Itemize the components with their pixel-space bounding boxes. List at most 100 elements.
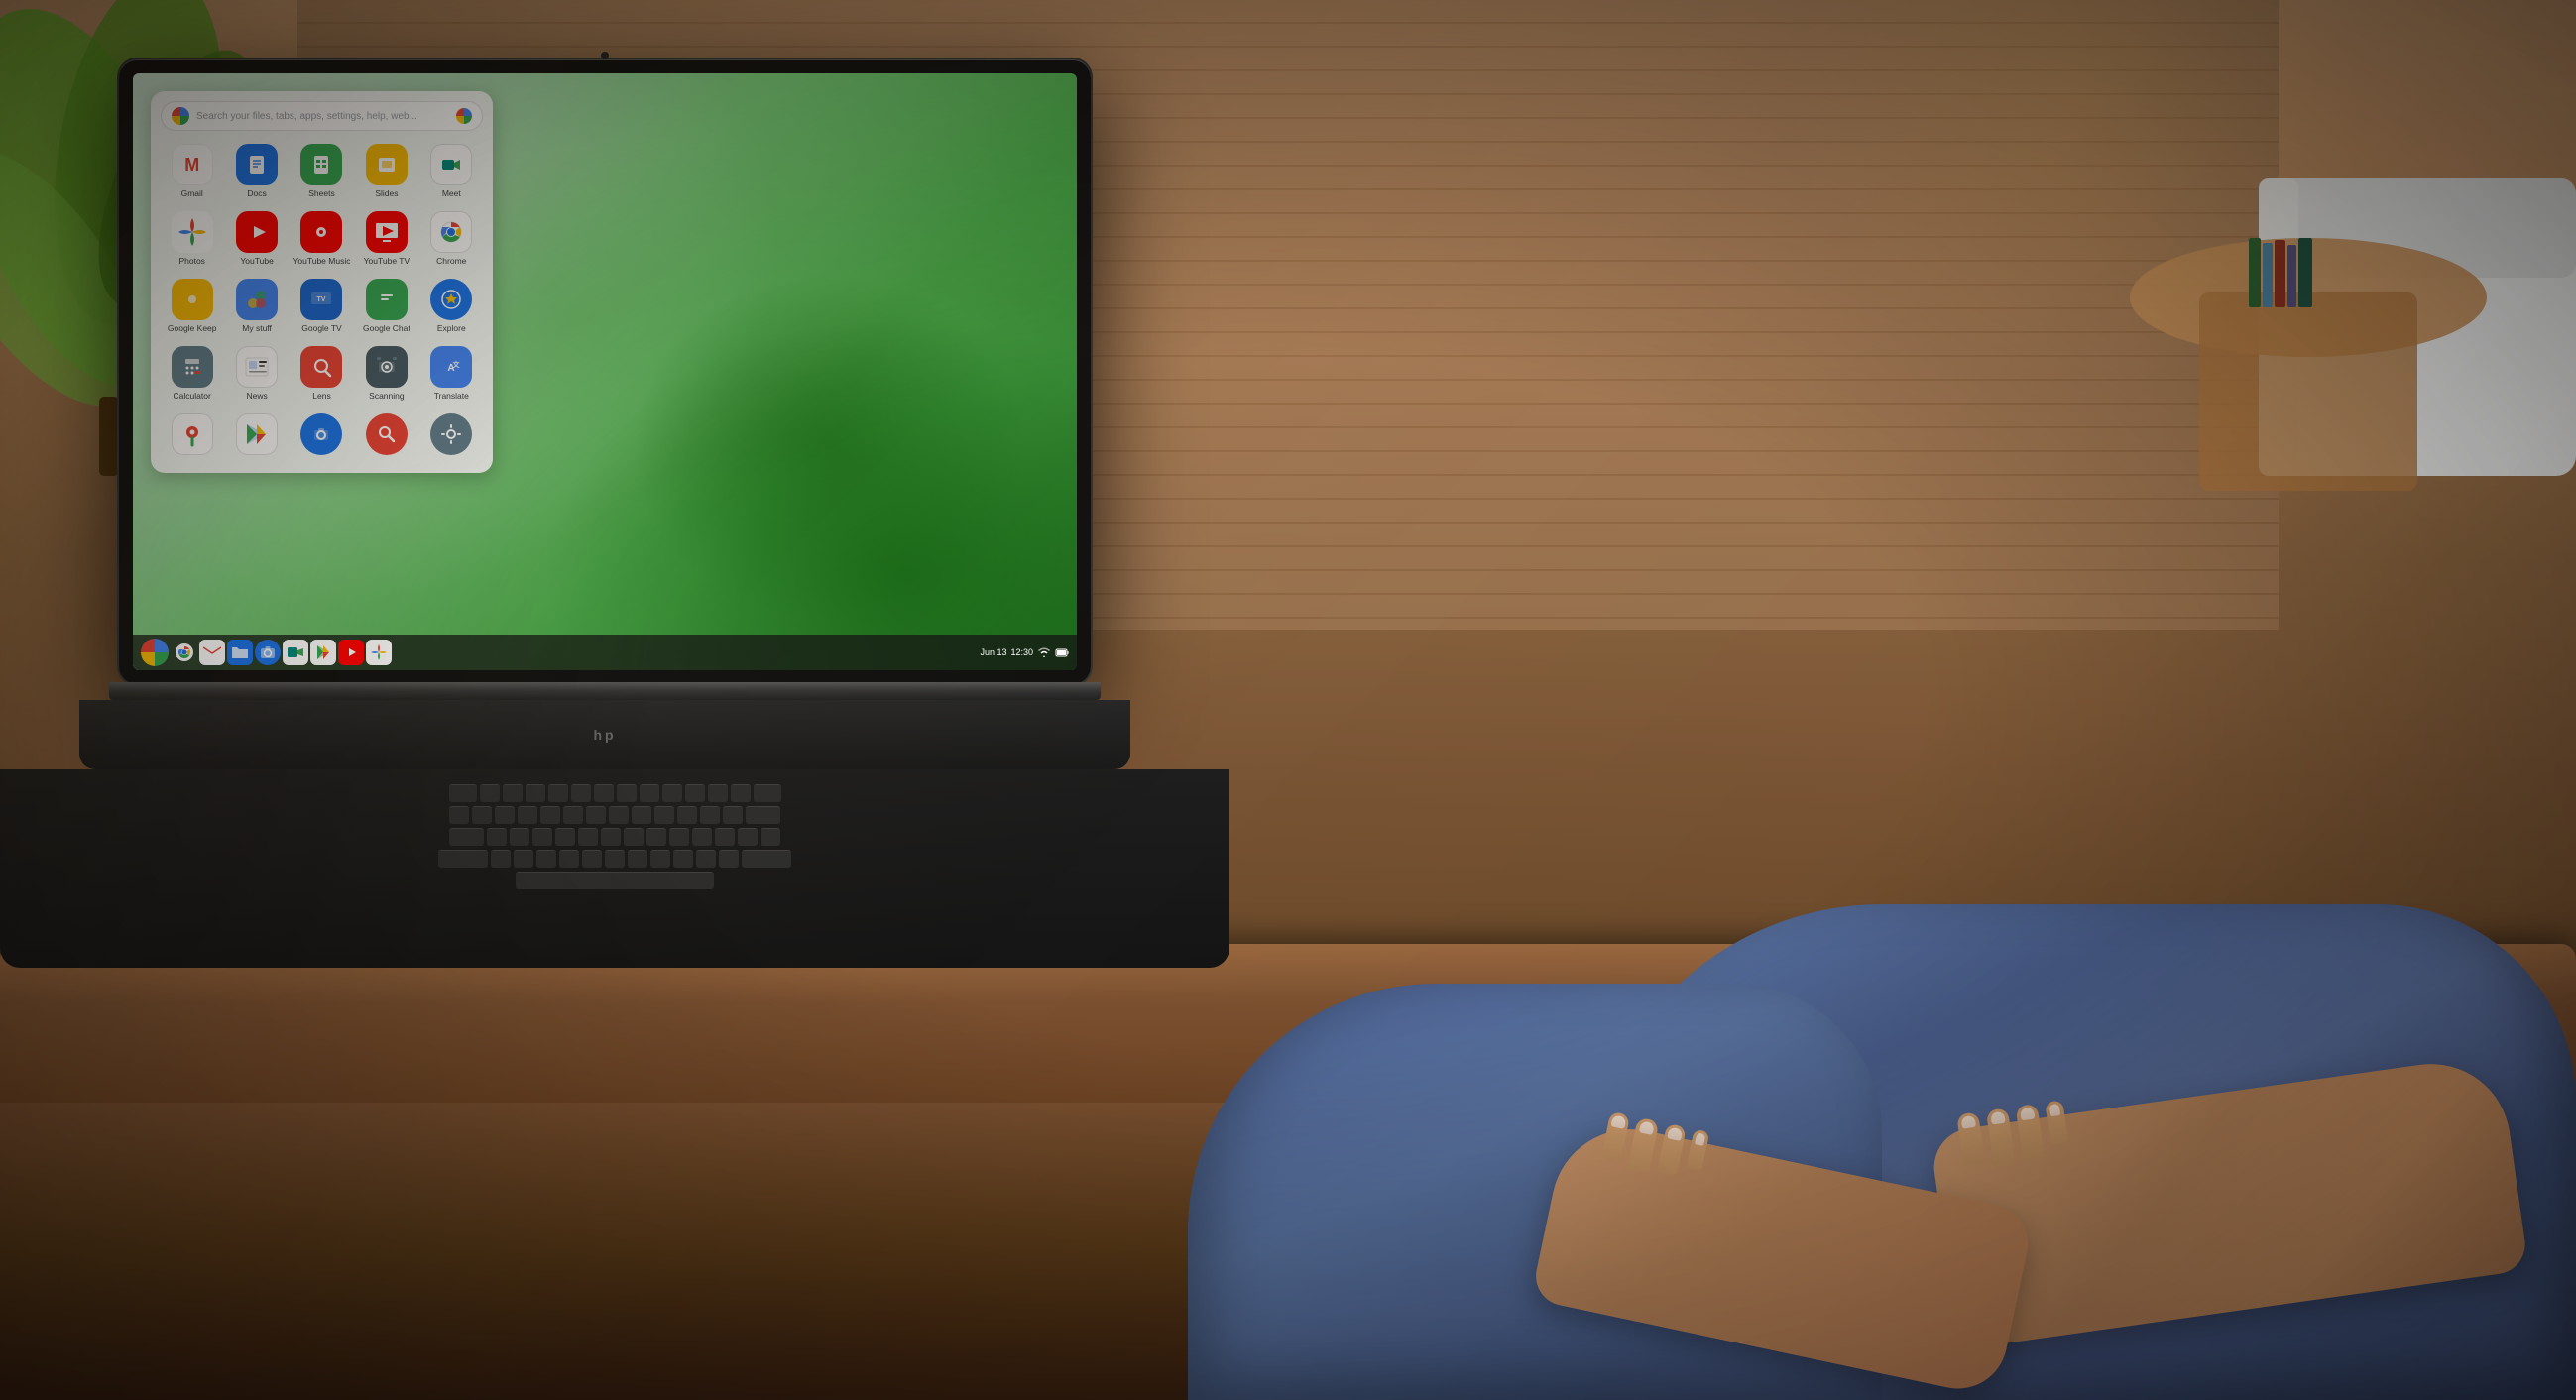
keep-icon xyxy=(172,279,213,320)
translate-label: Translate xyxy=(434,391,469,402)
key-f7[interactable] xyxy=(617,784,637,802)
youtube-label: YouTube xyxy=(240,256,273,267)
meet-label: Meet xyxy=(442,188,461,199)
app-translate[interactable]: A文 Translate xyxy=(420,341,483,407)
meet-icon xyxy=(430,144,472,185)
laptop-hinge xyxy=(109,682,1101,700)
app-lens[interactable]: Lens xyxy=(291,341,353,407)
app-sheets[interactable]: Sheets xyxy=(291,139,353,204)
lens-icon xyxy=(300,346,342,388)
arms-container xyxy=(0,805,2576,1400)
app-googlechat[interactable]: Google Chat xyxy=(355,274,417,339)
taskbar-gmail[interactable] xyxy=(199,640,225,665)
docs-icon xyxy=(236,144,278,185)
keyboard-row-1 xyxy=(59,784,1170,802)
taskbar-files[interactable] xyxy=(227,640,253,665)
googletv-icon: TV xyxy=(300,279,342,320)
app-googletv[interactable]: TV Google TV xyxy=(291,274,353,339)
key-f3[interactable] xyxy=(526,784,545,802)
app-docs[interactable]: Docs xyxy=(225,139,288,204)
app-gmail[interactable]: M Gmail xyxy=(161,139,223,204)
key-f9[interactable] xyxy=(662,784,682,802)
slides-label: Slides xyxy=(375,188,398,199)
wave-accent-2 xyxy=(631,274,1027,621)
svg-text:文: 文 xyxy=(453,360,461,369)
key-esc[interactable] xyxy=(449,784,477,802)
key-f6[interactable] xyxy=(594,784,614,802)
taskbar-photos[interactable] xyxy=(366,640,392,665)
translate-icon: A文 xyxy=(430,346,472,388)
app-ytmusic[interactable]: YouTube Music xyxy=(291,206,353,272)
chrome-label: Chrome xyxy=(436,256,466,267)
laptop-screen: Search your files, tabs, apps, settings,… xyxy=(133,73,1077,670)
app-slides[interactable]: Slides xyxy=(355,139,417,204)
app-keep[interactable]: Google Keep xyxy=(161,274,223,339)
key-f4[interactable] xyxy=(548,784,568,802)
key-del[interactable] xyxy=(754,784,781,802)
app-redsearch[interactable] xyxy=(355,408,417,463)
app-meet[interactable]: Meet xyxy=(420,139,483,204)
app-calculator[interactable]: Calculator xyxy=(161,341,223,407)
taskbar-meet[interactable] xyxy=(283,640,308,665)
taskbar-playstore[interactable] xyxy=(310,640,336,665)
app-playstore[interactable] xyxy=(225,408,288,463)
app-yttv[interactable]: YouTube TV xyxy=(355,206,417,272)
taskbar-camera[interactable] xyxy=(255,640,281,665)
key-f10[interactable] xyxy=(685,784,705,802)
launcher-search-bar[interactable]: Search your files, tabs, apps, settings,… xyxy=(161,101,483,131)
docs-label: Docs xyxy=(247,188,266,199)
taskbar-status-area: Jun 13 12:30 xyxy=(980,647,1069,657)
ytmusic-label: YouTube Music xyxy=(293,256,351,267)
key-f5[interactable] xyxy=(571,784,591,802)
finger-ring-right xyxy=(2016,1104,2045,1160)
app-settings[interactable] xyxy=(420,408,483,463)
app-explore[interactable]: Explore xyxy=(420,274,483,339)
nail-middle-right xyxy=(1990,1111,2006,1125)
taskbar-launcher-button[interactable] xyxy=(141,639,169,666)
keep-label: Google Keep xyxy=(168,323,217,334)
explore-icon xyxy=(430,279,472,320)
laptop: Search your files, tabs, apps, settings,… xyxy=(79,59,1130,932)
app-news[interactable]: News xyxy=(225,341,288,407)
taskbar-time: 12:30 xyxy=(1010,647,1033,657)
app-mystuff[interactable]: My stuff xyxy=(225,274,288,339)
key-f1[interactable] xyxy=(480,784,500,802)
key-f2[interactable] xyxy=(503,784,523,802)
nail-index-left xyxy=(1610,1114,1626,1129)
app-scanning[interactable]: Scanning xyxy=(355,341,417,407)
nail-pinky-left xyxy=(1695,1132,1705,1146)
taskbar-youtube[interactable] xyxy=(338,640,364,665)
maps-icon xyxy=(172,413,213,455)
key-f11[interactable] xyxy=(708,784,728,802)
googletv-label: Google TV xyxy=(301,323,341,334)
yttv-icon xyxy=(366,211,408,253)
finger-middle-right xyxy=(1986,1108,2016,1167)
app-youtube[interactable]: YouTube xyxy=(225,206,288,272)
finger-index-right xyxy=(1956,1111,1985,1166)
gmail-label: Gmail xyxy=(181,188,203,199)
app-photos[interactable]: Photos xyxy=(161,206,223,272)
chrome-icon xyxy=(430,211,472,253)
key-f12[interactable] xyxy=(731,784,751,802)
app-chrome[interactable]: Chrome xyxy=(420,206,483,272)
google-g-logo xyxy=(172,107,189,125)
google-assistant-icon[interactable] xyxy=(456,108,472,124)
calculator-label: Calculator xyxy=(174,391,211,402)
app-maps[interactable] xyxy=(161,408,223,463)
nail-middle-left xyxy=(1639,1120,1655,1135)
key-f8[interactable] xyxy=(640,784,659,802)
taskbar-chrome[interactable] xyxy=(172,640,197,665)
nail-pinky-right xyxy=(2049,1104,2061,1116)
taskbar-date: Jun 13 xyxy=(980,647,1006,657)
app-camera[interactable] xyxy=(291,408,353,463)
slides-icon xyxy=(366,144,408,185)
nail-index-right xyxy=(1961,1115,1977,1129)
wifi-icon xyxy=(1037,647,1051,657)
chat-icon xyxy=(366,279,408,320)
photos-icon xyxy=(172,211,213,253)
laptop-screen-frame: Search your files, tabs, apps, settings,… xyxy=(119,59,1091,684)
laptop-base: hp xyxy=(79,700,1130,769)
finger-pinky-left xyxy=(1686,1129,1709,1171)
webcam xyxy=(601,52,609,59)
yttv-label: YouTube TV xyxy=(364,256,410,267)
